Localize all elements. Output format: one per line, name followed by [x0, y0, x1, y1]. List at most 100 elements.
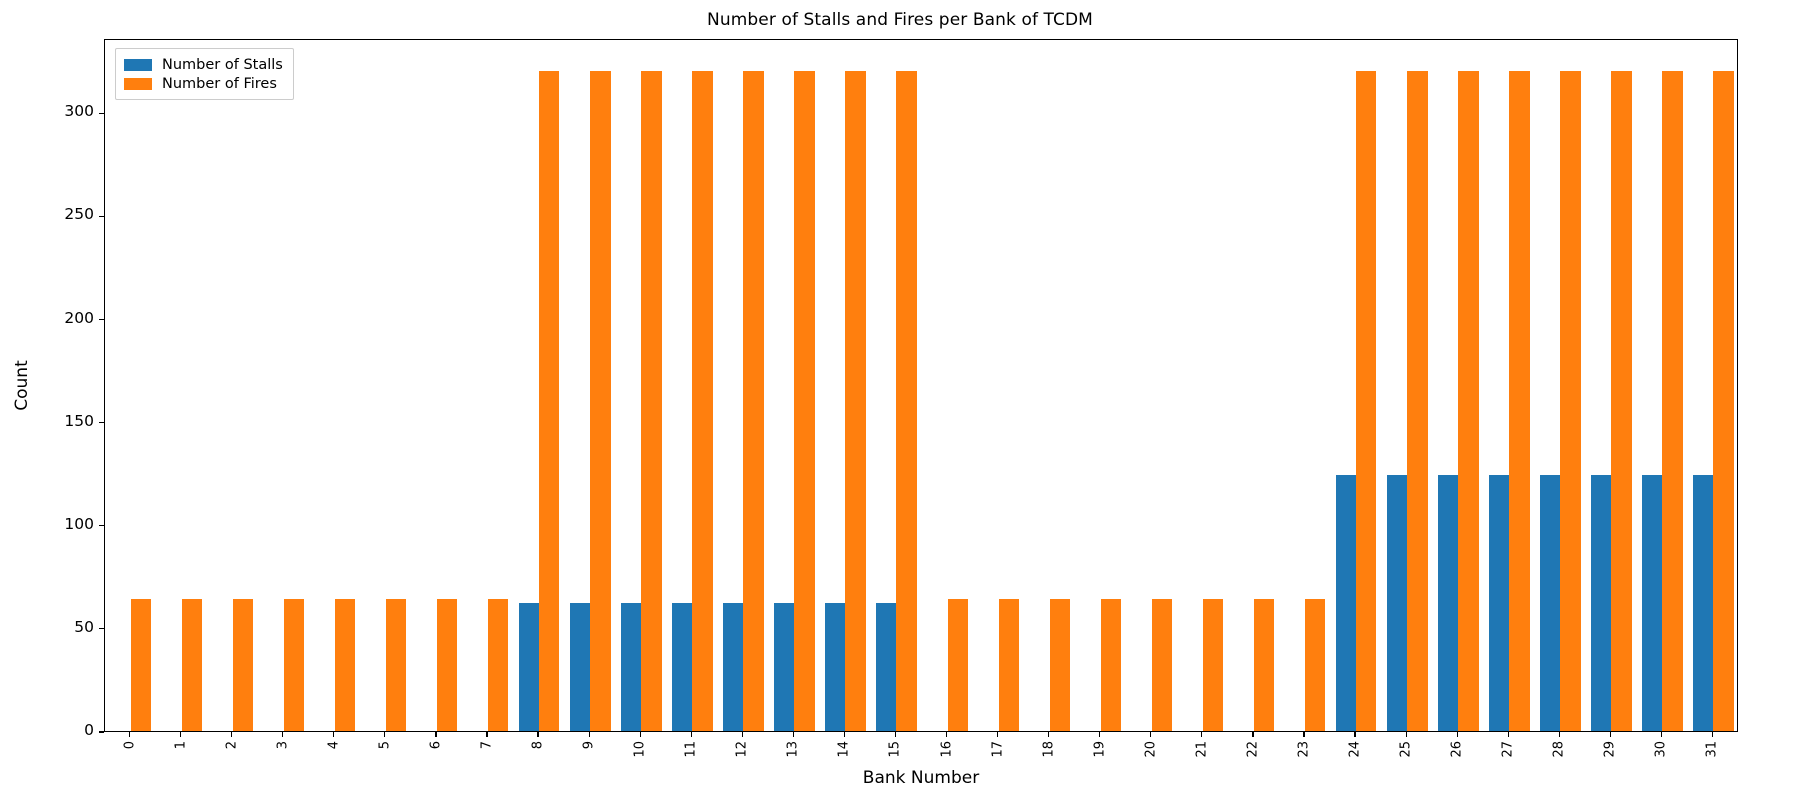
x-tick-mark — [1609, 732, 1611, 737]
x-tick-mark — [435, 732, 437, 737]
x-tick-mark — [894, 732, 897, 737]
y-tick-label: 300 — [64, 102, 94, 121]
bar-fires — [1151, 599, 1173, 731]
bar-fires — [794, 71, 815, 731]
bar-fires — [1202, 599, 1224, 731]
x-tick-mark — [997, 732, 999, 737]
legend-item[interactable]: Number of Stalls — [124, 55, 283, 74]
x-tick-mark — [1252, 732, 1254, 737]
plot-area — [104, 39, 1738, 732]
x-tick-mark — [537, 732, 539, 737]
bar-stalls — [620, 603, 642, 731]
legend-swatch-icon — [124, 58, 152, 71]
bar-fires — [1049, 599, 1071, 731]
bar-stalls — [722, 603, 744, 731]
bar-stalls — [1488, 475, 1510, 731]
x-tick-mark — [486, 732, 488, 737]
x-axis-label: Bank Number — [862, 768, 980, 788]
x-tick-mark — [1405, 732, 1407, 737]
bar-fires — [590, 71, 611, 731]
bar-stalls — [671, 603, 693, 731]
y-tick-label: 250 — [64, 205, 94, 224]
x-tick-mark — [1354, 732, 1356, 737]
bar-stalls — [518, 603, 540, 731]
bar-fires — [181, 599, 203, 731]
bar-fires — [232, 599, 254, 731]
bar-fires — [845, 71, 866, 731]
bar-fires — [487, 599, 509, 731]
x-tick-mark — [282, 732, 284, 737]
x-tick-mark — [1303, 732, 1305, 737]
bar-fires — [1509, 71, 1530, 731]
bar-fires — [539, 71, 560, 731]
bar-fires — [1458, 71, 1479, 731]
x-tick-mark — [1558, 732, 1560, 737]
x-tick-mark — [792, 732, 794, 737]
bar-stalls — [1641, 475, 1663, 731]
bar-fires — [1253, 599, 1275, 731]
legend-label: Number of Fires — [162, 75, 277, 92]
bar-fires — [1100, 599, 1122, 731]
bar-fires — [743, 71, 764, 731]
bar-fires — [385, 599, 407, 731]
bar-fires — [1560, 71, 1581, 731]
x-tick-mark — [128, 732, 131, 737]
bar-fires — [896, 71, 917, 731]
bar-fires — [947, 599, 968, 731]
x-tick-mark — [843, 732, 845, 737]
legend-label: Number of Stalls — [162, 56, 283, 73]
bar-stalls — [773, 603, 795, 731]
bar-stalls — [824, 603, 846, 731]
x-tick-mark — [588, 732, 590, 737]
x-tick-mark — [231, 732, 233, 737]
bar-stalls — [1335, 475, 1357, 731]
x-tick-mark — [333, 732, 335, 737]
bar-fires — [283, 599, 305, 731]
y-tick-label: 50 — [74, 617, 94, 636]
legend-item[interactable]: Number of Fires — [124, 74, 283, 93]
bar-fires — [998, 599, 1020, 731]
x-tick-mark — [384, 732, 386, 737]
bars-layer — [105, 40, 1737, 731]
chart-figure: Number of Stalls and Fires per Bank of T… — [0, 0, 1800, 800]
x-tick-mark — [1150, 732, 1152, 737]
bar-fires — [436, 599, 458, 731]
x-tick-mark — [690, 732, 692, 737]
bar-stalls — [1437, 475, 1459, 731]
bar-fires — [334, 599, 356, 731]
bar-fires — [1713, 71, 1734, 731]
x-tick-mark — [1201, 732, 1203, 737]
x-tick-mark — [639, 732, 641, 737]
bar-fires — [641, 71, 662, 731]
x-axis-ticks: 0 1 2 3 4 5 6 7 8 9 10 11 12 13 14 15 16 17 18 19 20 21 22 23 24… — [104, 732, 1738, 800]
bar-fires — [1356, 71, 1377, 731]
x-tick-mark — [945, 732, 948, 737]
bar-fires — [1407, 71, 1428, 731]
chart-legend: Number of Stalls Number of Fires — [115, 48, 294, 100]
x-tick-mark — [1099, 732, 1101, 737]
bar-stalls — [1590, 475, 1612, 731]
y-tick-label: 150 — [64, 411, 94, 430]
bar-fires — [130, 599, 151, 731]
x-tick-mark — [741, 732, 743, 737]
y-tick-label: 100 — [64, 514, 94, 533]
y-tick-label: 0 — [84, 721, 94, 739]
x-tick-mark — [180, 732, 182, 737]
legend-swatch-icon — [124, 77, 152, 90]
bar-fires — [692, 71, 713, 731]
y-axis-ticks: 0 50 100 150 200 250 300 — [0, 39, 104, 739]
bar-stalls — [1539, 475, 1561, 731]
x-tick-mark — [1507, 732, 1509, 737]
x-tick-mark — [1456, 732, 1458, 737]
y-tick-label: 200 — [64, 308, 94, 327]
bar-fires — [1662, 71, 1683, 731]
bar-fires — [1304, 599, 1326, 731]
bar-stalls — [569, 603, 591, 731]
bar-stalls — [1386, 475, 1408, 731]
bar-stalls — [1693, 475, 1714, 731]
bar-stalls — [876, 603, 897, 731]
x-tick-mark — [1660, 732, 1662, 737]
x-tick-mark — [1711, 732, 1714, 737]
x-tick-mark — [1048, 732, 1050, 737]
bar-fires — [1611, 71, 1632, 731]
